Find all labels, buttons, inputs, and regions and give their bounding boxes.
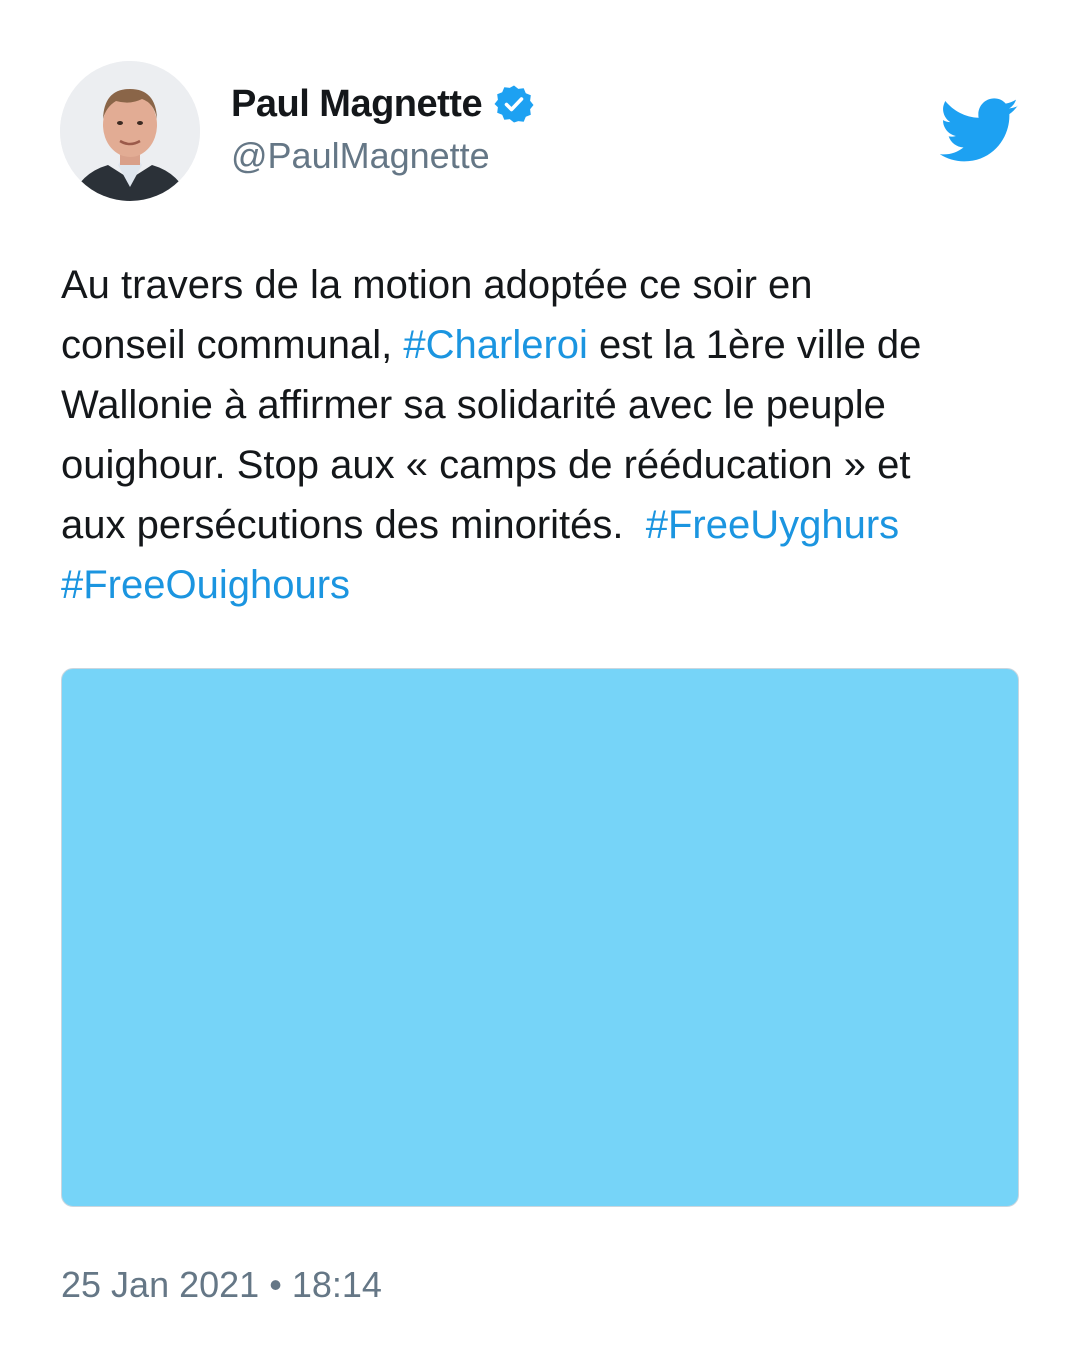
author-avatar[interactable] [60,61,200,201]
tweet-text-segment: conseil communal, [61,323,404,367]
hashtag-link[interactable]: #FreeUyghurs [646,503,899,547]
tweet-text-line: conseil communal, #Charleroi est la 1ère… [61,315,1031,375]
author-name-row: Paul Magnette [231,80,534,128]
author-display-name[interactable]: Paul Magnette [231,83,483,126]
tweet-card: Paul Magnette @PaulMagnette Au travers d… [0,0,1080,1350]
tweet-text-line: ouighour. Stop aux « camps de rééducatio… [61,435,1031,495]
twitter-bird-icon[interactable] [939,98,1020,164]
tweet-text-line: Au travers de la motion adoptée ce soir … [61,255,1031,315]
tweet-text: Au travers de la motion adoptée ce soir … [61,255,1031,615]
author-handle[interactable]: @PaulMagnette [231,135,490,177]
tweet-text-line: #FreeOuighours [61,555,1031,615]
timestamp-date: 25 Jan 2021 [61,1264,260,1305]
tweet-timestamp[interactable]: 25 Jan 2021 • 18:14 [61,1264,382,1306]
verified-badge-icon [494,84,534,124]
tweet-text-line: aux persécutions des minorités. #FreeUyg… [61,495,1031,555]
tweet-text-segment: Au travers de la motion adoptée ce soir … [61,263,813,307]
media-placeholder[interactable] [61,668,1019,1207]
timestamp-separator: • [269,1264,282,1305]
tweet-text-line: Wallonie à affirmer sa solidarité avec l… [61,375,1031,435]
hashtag-link[interactable]: #FreeOuighours [61,563,350,607]
tweet-text-segment: ouighour. Stop aux « camps de rééducatio… [61,443,911,487]
timestamp-time: 18:14 [291,1264,382,1305]
tweet-text-segment: est la 1ère ville de [587,323,922,367]
tweet-text-segment: Wallonie à affirmer sa solidarité avec l… [61,383,886,427]
tweet-text-segment: aux persécutions des minorités. [61,503,646,547]
hashtag-link[interactable]: #Charleroi [403,323,588,367]
